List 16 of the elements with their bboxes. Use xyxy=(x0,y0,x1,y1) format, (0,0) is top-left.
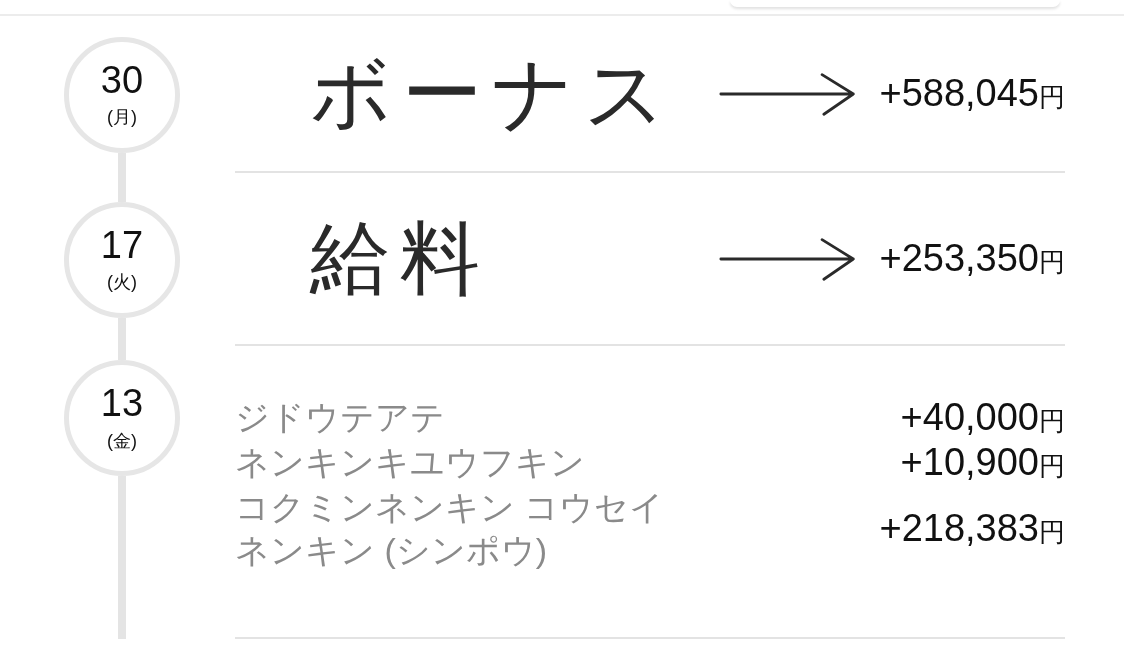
date-day: 17 xyxy=(100,224,144,267)
amount: +588,045円 xyxy=(879,72,1065,115)
item-name: ジドウテアテ xyxy=(235,397,446,439)
amount: +253,350円 xyxy=(879,237,1065,280)
date-weekday: (金) xyxy=(107,429,137,453)
handwritten-note: 給料 xyxy=(310,218,490,299)
item-name: ネンキンキユウフキン xyxy=(235,442,586,484)
date-weekday: (月) xyxy=(107,106,137,130)
handwritten-note: ボーナス xyxy=(310,53,676,134)
date-day: 30 xyxy=(100,59,144,102)
amount: +40,000円 xyxy=(900,396,1065,439)
item-name: コクミンネンキン コウセイネンキン (シンポウ) xyxy=(235,487,666,571)
amount: +218,383円 xyxy=(879,507,1065,550)
amount: +10,900円 xyxy=(900,441,1065,484)
date-day: 13 xyxy=(100,383,144,425)
date-weekday: (火) xyxy=(107,271,137,295)
